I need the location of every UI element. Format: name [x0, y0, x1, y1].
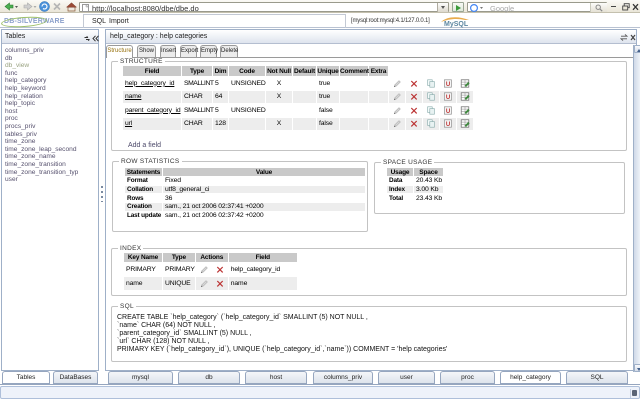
- svg-text:U: U: [446, 109, 450, 115]
- svg-text:U: U: [446, 95, 450, 101]
- svg-text:MySQL: MySQL: [444, 21, 469, 28]
- svg-text:U: U: [446, 122, 450, 128]
- svg-text:U: U: [446, 82, 450, 88]
